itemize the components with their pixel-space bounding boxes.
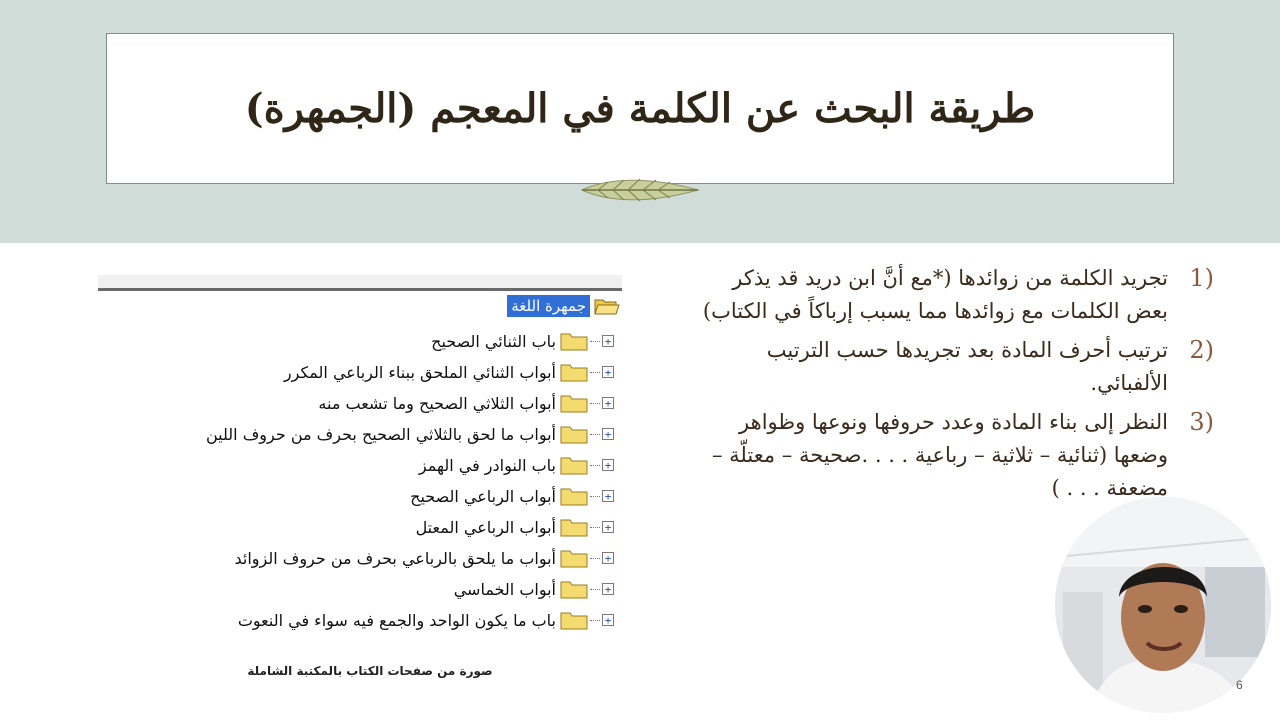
- tree-item-label: أبواب ما لحق بالثلاثي الصحيح بحرف من حرو…: [206, 424, 556, 444]
- list-item-number: 3): [1189, 408, 1214, 436]
- tree-item-label: أبواب الثنائي الملحق ببناء الرباعي المكر…: [283, 362, 556, 382]
- tree-item[interactable]: + أبواب الثنائي الملحق ببناء الرباعي الم…: [284, 358, 614, 386]
- image-caption: صورة من صفحات الكتاب بالمكتبة الشاملة: [247, 664, 493, 678]
- tree-item-label: باب الثنائي الصحيح: [431, 331, 556, 351]
- list-item-number: 1): [1189, 264, 1214, 292]
- plus-box-icon[interactable]: +: [602, 335, 614, 348]
- plus-box-icon[interactable]: +: [602, 490, 614, 503]
- folder-icon: [560, 519, 588, 537]
- tree-item[interactable]: + أبواب الرباعي المعتل: [416, 513, 614, 541]
- list-item-text: النظر إلى بناء المادة وعدد حروفها ونوعها…: [712, 410, 1168, 500]
- folder-icon: [560, 364, 588, 382]
- tree-item[interactable]: + أبواب ما يلحق بالرباعي بحرف من حروف ال…: [234, 544, 614, 572]
- tree-item-label: أبواب الثلاثي الصحيح وما تشعب منه: [318, 393, 556, 413]
- page-number: 6: [1236, 678, 1243, 692]
- book-tree-screenshot: جمهرة اللغة + باب الثنائي الصحيح + أبواب…: [98, 275, 622, 647]
- folder-icon: [560, 333, 588, 351]
- plus-box-icon[interactable]: +: [602, 614, 614, 627]
- plus-box-icon[interactable]: +: [602, 428, 614, 441]
- list-item: 3) النظر إلى بناء المادة وعدد حروفها ونو…: [700, 406, 1220, 505]
- slide-title: طريقة البحث عن الكلمة في المعجم (الجمهرة…: [244, 85, 1036, 132]
- folder-icon: [560, 550, 588, 568]
- tree-toolbar: [98, 275, 622, 291]
- folder-icon: [560, 488, 588, 506]
- folder-icon: [560, 612, 588, 630]
- plus-box-icon[interactable]: +: [602, 459, 614, 472]
- feather-ornament-icon: [580, 178, 700, 202]
- folder-icon: [560, 395, 588, 413]
- list-item-text: تجريد الكلمة من زوائدها (*مع أنَّ ابن در…: [702, 266, 1168, 323]
- folder-icon: [560, 581, 588, 599]
- tree-item-label: باب النوادر في الهمز: [418, 455, 556, 475]
- open-folder-icon: [594, 299, 620, 315]
- tree-item[interactable]: + باب الثنائي الصحيح: [431, 327, 614, 355]
- tree-item[interactable]: + أبواب الرباعي الصحيح: [410, 482, 614, 510]
- tree-item-label: أبواب الرباعي الصحيح: [410, 486, 556, 506]
- tree-root[interactable]: جمهرة اللغة: [507, 293, 620, 319]
- tree-item[interactable]: + أبواب الثلاثي الصحيح وما تشعب منه: [318, 389, 614, 417]
- list-item-text: ترتيب أحرف المادة بعد تجريدها حسب الترتي…: [766, 338, 1168, 395]
- tree-item[interactable]: + أبواب الخماسي: [454, 575, 614, 603]
- title-box: طريقة البحث عن الكلمة في المعجم (الجمهرة…: [106, 33, 1174, 184]
- list-item: 2) ترتيب أحرف المادة بعد تجريدها حسب الت…: [700, 334, 1220, 400]
- plus-box-icon[interactable]: +: [602, 397, 614, 410]
- tree-item[interactable]: + أبواب ما لحق بالثلاثي الصحيح بحرف من ح…: [206, 420, 614, 448]
- tree-item-label: أبواب ما يلحق بالرباعي بحرف من حروف الزو…: [234, 548, 556, 568]
- tree-root-label: جمهرة اللغة: [507, 295, 590, 317]
- plus-box-icon[interactable]: +: [602, 583, 614, 596]
- steps-list: 1) تجريد الكلمة من زوائدها (*مع أنَّ ابن…: [700, 262, 1220, 511]
- tree-item[interactable]: + باب النوادر في الهمز: [419, 451, 614, 479]
- tree-item[interactable]: + باب ما يكون الواحد والجمع فيه سواء في …: [238, 606, 614, 634]
- tree-item-label: باب ما يكون الواحد والجمع فيه سواء في ال…: [237, 610, 556, 630]
- list-item-number: 2): [1189, 336, 1214, 364]
- plus-box-icon[interactable]: +: [602, 366, 614, 379]
- list-item: 1) تجريد الكلمة من زوائدها (*مع أنَّ ابن…: [700, 262, 1220, 328]
- tree-item-label: أبواب الرباعي المعتل: [415, 517, 556, 537]
- plus-box-icon[interactable]: +: [602, 552, 614, 565]
- folder-icon: [560, 426, 588, 444]
- tree-item-label: أبواب الخماسي: [453, 579, 556, 599]
- plus-box-icon[interactable]: +: [602, 521, 614, 534]
- folder-icon: [560, 457, 588, 475]
